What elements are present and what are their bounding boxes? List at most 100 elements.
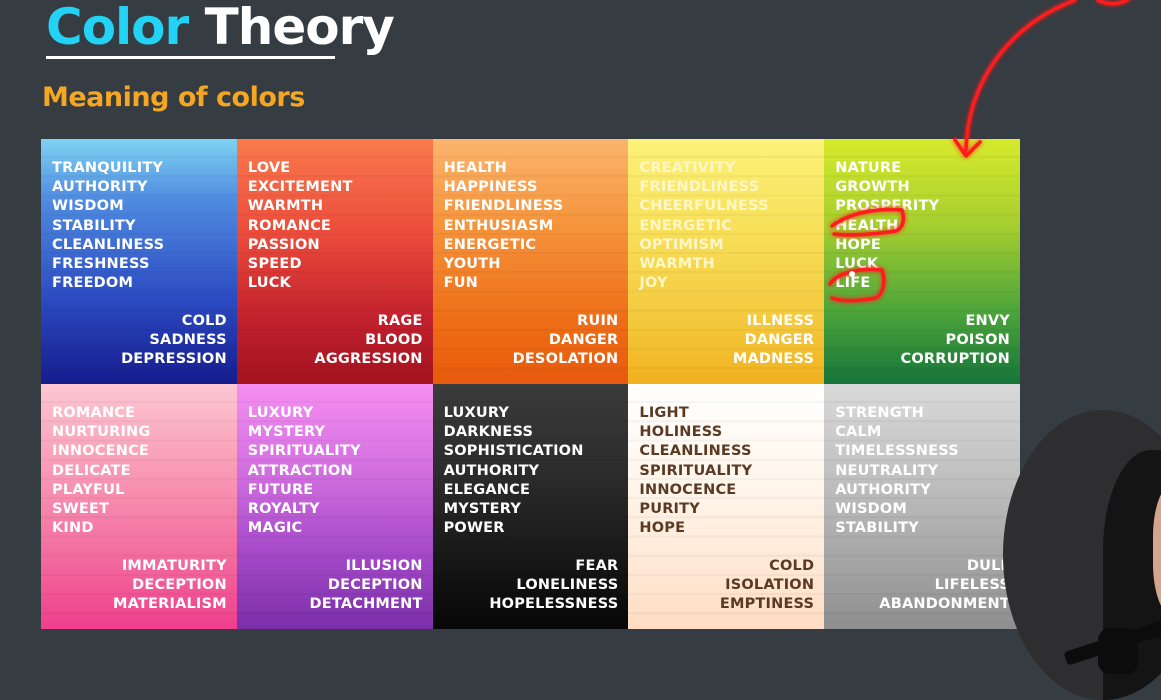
meaning-item: AGGRESSION (314, 351, 423, 368)
meaning-item: WARMTH (639, 255, 715, 272)
webcam-overlay (1003, 410, 1161, 700)
meaning-item: SPEED (247, 255, 302, 272)
meaning-item: FUTURE (247, 481, 314, 498)
negative-meanings: ILLNESS DANGER MADNESS (733, 312, 814, 370)
meaning-item: AUTHORITY (443, 462, 540, 479)
meaning-item: WISDOM (52, 198, 124, 215)
meaning-item: COLD (181, 313, 227, 329)
meaning-item: DECEPTION (132, 577, 227, 594)
meaning-item: HOPE (835, 236, 881, 253)
meaning-item: ATTRACTION (247, 462, 353, 479)
color-cell-grey: STRENGTH CALM TIMELESSNESS NEUTRALITY AU… (824, 384, 1020, 629)
meaning-item: CALM (835, 424, 882, 441)
meaning-item: LIFE (835, 275, 871, 292)
meaning-item: CHEERFULNESS (639, 198, 769, 215)
meaning-item: DANGER (548, 332, 619, 349)
meaning-item: PROSPERITY (835, 198, 940, 215)
annotation-arrow-curve (964, 0, 1077, 152)
meaning-item: POISON (945, 332, 1010, 349)
meaning-item: SWEET (52, 500, 110, 517)
meaning-item: CORRUPTION (900, 351, 1010, 368)
meaning-item: ABANDONMENT (879, 596, 1010, 613)
meaning-item: EXCITEMENT (247, 179, 353, 196)
meaning-item: YOUTH (443, 255, 501, 272)
meaning-item: LUXURY (443, 405, 510, 421)
meaning-item: HEALTH (443, 160, 507, 176)
color-cell-blue: TRANQUILITY AUTHORITY WISDOM STABILITY C… (41, 139, 237, 384)
color-cell-orange: HEALTH HAPPINESS FRIENDLINESS ENTHUSIASM… (432, 139, 629, 384)
negative-meanings: ILLUSION DECEPTION DETACHMENT (310, 557, 423, 615)
meaning-item: DECEPTION (327, 577, 423, 594)
meaning-item: LUCK (247, 275, 291, 292)
meaning-item: CLEANLINESS (639, 443, 752, 460)
meaning-item: DELICATE (52, 462, 131, 479)
meaning-item: RUIN (577, 313, 619, 329)
meaning-item: RAGE (377, 313, 423, 329)
meaning-item: DULL (966, 558, 1010, 574)
meaning-item: DESOLATION (512, 351, 619, 368)
meaning-item: AUTHORITY (52, 179, 148, 196)
meaning-item: ENTHUSIASM (443, 217, 554, 234)
meaning-item: MADNESS (732, 351, 815, 368)
meaning-item: COLD (769, 558, 815, 574)
meaning-item: TIMELESSNESS (835, 443, 959, 460)
meaning-item: NURTURING (52, 424, 151, 441)
meaning-item: FUN (443, 275, 479, 292)
meaning-item: DETACHMENT (309, 596, 423, 613)
page-title: Color Theory (46, 0, 395, 56)
meaning-item: FRESHNESS (52, 255, 150, 272)
color-cell-green: NATURE GROWTH PROSPERITY HEALTH HOPE LUC… (824, 139, 1020, 384)
meaning-item: SPIRITUALITY (247, 443, 361, 460)
meaning-item: LONELINESS (516, 577, 619, 594)
meaning-item: KIND (52, 520, 94, 537)
meaning-item: WISDOM (835, 500, 908, 517)
title-word-theory: Theory (204, 0, 395, 56)
meaning-item: ILLUSION (345, 558, 423, 574)
color-meaning-grid: TRANQUILITY AUTHORITY WISDOM STABILITY C… (41, 139, 1020, 629)
meaning-item: HOLINESS (639, 424, 723, 441)
meaning-item: BLOOD (365, 332, 423, 349)
meaning-item: LUCK (835, 255, 879, 272)
meaning-item: PASSION (247, 236, 320, 253)
meaning-item: MYSTERY (247, 424, 326, 441)
meaning-item: ROMANCE (52, 405, 136, 421)
meaning-item: MYSTERY (443, 500, 522, 517)
meaning-item: ENVY (965, 313, 1010, 329)
positive-meanings: NATURE GROWTH PROSPERITY HEALTH HOPE LUC… (835, 159, 939, 293)
meaning-item: EMPTINESS (719, 596, 815, 613)
meaning-item: IMMATURITY (121, 558, 227, 574)
meaning-item: SADNESS (149, 332, 227, 349)
meaning-item: DARKNESS (443, 424, 534, 441)
color-cell-white: LIGHT HOLINESS CLEANLINESS SPIRITUALITY … (628, 384, 825, 629)
meaning-item: ISOLATION (725, 577, 815, 594)
meaning-item: FRIENDLINESS (443, 198, 564, 215)
positive-meanings: LOVE EXCITEMENT WARMTH ROMANCE PASSION S… (248, 159, 353, 293)
positive-meanings: LIGHT HOLINESS CLEANLINESS SPIRITUALITY … (639, 404, 752, 538)
meaning-item: ENERGETIC (443, 236, 537, 253)
meaning-item: ROYALTY (247, 500, 320, 517)
meaning-item: DEPRESSION (121, 351, 227, 368)
negative-meanings: IMMATURITY DECEPTION MATERIALISM (113, 557, 227, 615)
meaning-item: STABILITY (835, 520, 919, 537)
meaning-item: LIGHT (639, 405, 689, 421)
meaning-item: STRENGTH (835, 405, 924, 421)
color-cell-pink: ROMANCE NURTURING INNOCENCE DELICATE PLA… (41, 384, 237, 629)
subtitle: Meaning of colors (42, 82, 305, 113)
positive-meanings: LUXURY DARKNESS SOPHISTICATION AUTHORITY… (444, 404, 584, 538)
meaning-item: CREATIVITY (639, 160, 736, 176)
meaning-item: JOY (639, 275, 668, 292)
negative-meanings: DULL LIFELESS ABANDONMENT (879, 557, 1010, 615)
meaning-item: TRANQUILITY (52, 160, 164, 176)
meaning-item: ELEGANCE (443, 481, 531, 498)
negative-meanings: RAGE BLOOD AGGRESSION (314, 312, 422, 370)
meaning-item: INNOCENCE (52, 443, 150, 460)
meaning-item: HAPPINESS (443, 179, 538, 196)
meaning-item: NATURE (835, 160, 902, 176)
annotation-loop-top (1096, 0, 1131, 6)
title-underline (46, 56, 335, 59)
meaning-item: MATERIALISM (112, 596, 227, 613)
meaning-item: ILLNESS (746, 313, 815, 329)
positive-meanings: CREATIVITY FRIENDLINESS CHEERFULNESS ENE… (639, 159, 768, 293)
color-cell-red: LOVE EXCITEMENT WARMTH ROMANCE PASSION S… (236, 139, 433, 384)
color-cell-yellow: CREATIVITY FRIENDLINESS CHEERFULNESS ENE… (628, 139, 825, 384)
